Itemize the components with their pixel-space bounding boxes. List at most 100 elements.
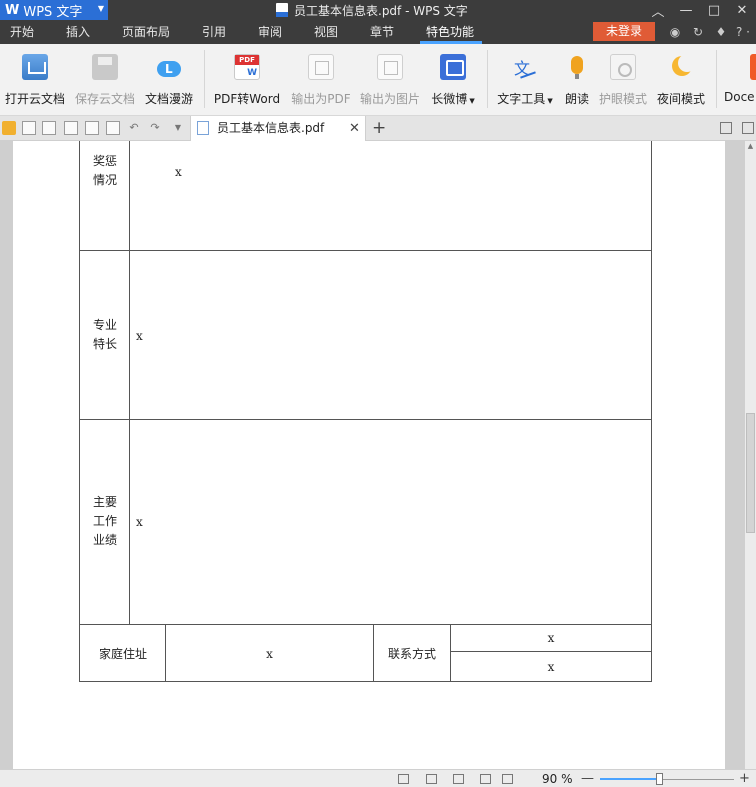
export-image-label: 输出为图片 [359,92,420,106]
specialty-label-line: 专业 [92,318,117,332]
close-button[interactable]: ✕ [728,0,756,20]
chevron-down-icon: ▼ [547,97,553,105]
status-bar: 90 % — + [0,769,756,787]
long-weibo-icon [440,54,466,80]
fullscreen-view-icon[interactable] [398,774,409,784]
eye-care-icon [610,54,636,80]
save-cloud-doc-label: 保存云文档 [74,92,135,106]
shirt-icon[interactable]: ♦ [714,25,728,39]
awards-label-line: 情况 [92,173,117,187]
text-tools-icon [512,54,538,80]
window-controls: ︿ — □ ✕ [644,0,756,20]
contact-cell-divider [450,651,652,652]
redo-icon[interactable]: ↷ [148,121,162,135]
night-mode-label: 夜间模式 [656,92,705,106]
zoom-slider[interactable] [600,778,734,780]
document-tab-bar: ↶ ↷ ▼ 员工基本信息表.pdf ✕ + [0,116,756,141]
long-weibo-label-wrap: 长微博 ▼ [431,90,474,107]
open-folder-icon[interactable] [2,121,16,135]
long-weibo-label: 长微博 [431,92,468,106]
address-label: 家庭住址 [98,647,147,661]
zoom-level[interactable]: 90 % [542,770,573,787]
login-button[interactable]: 未登录 [593,22,655,41]
undo-icon[interactable]: ↶ [127,121,141,135]
app-name: WPS 文字 [23,4,83,20]
row-divider [79,419,652,420]
specialty-label-line: 特长 [92,337,117,351]
wps-logo-icon: W [5,2,20,18]
contact-label: 联系方式 [387,647,436,661]
docer-icon [750,54,756,80]
tab-list-icon[interactable] [720,122,732,134]
export-icon[interactable] [42,121,56,135]
doc-roam-button[interactable]: 文档漫游 [144,44,194,116]
pdf-to-word-icon [234,54,260,80]
read-aloud-label: 朗读 [564,92,589,106]
vertical-scrollbar[interactable]: ▲ [745,141,756,769]
page-view-icon[interactable] [426,774,437,784]
tab-chapter[interactable]: 章节 [370,20,394,44]
close-tab-icon[interactable]: ✕ [349,116,360,141]
print-icon[interactable] [64,121,78,135]
awards-label-line: 奖惩 [92,154,117,168]
export-image-button[interactable]: 输出为图片 [359,44,421,116]
text-tools-label: 文字工具 [497,92,546,106]
minimize-button[interactable]: — [672,0,700,20]
customize-toolbar-icon[interactable]: ▼ [171,121,185,135]
reading-view-icon[interactable] [502,774,513,784]
docer-label: Doce [724,90,755,104]
scrollbar-thumb[interactable] [746,413,755,533]
document-file-icon [276,3,288,17]
document-canvas[interactable]: 奖惩 情况 x 专业 特长 x 主要 工作 业绩 x 家庭住址 x 联系方式 x… [0,141,745,769]
eye-care-mode-button[interactable]: 护眼模式 [598,44,648,116]
docer-button[interactable]: Doce [724,44,756,116]
export-pdf-button[interactable]: 输出为PDF [290,44,352,116]
skin-icon[interactable]: ◉ [668,25,682,39]
ribbon: 打开云文档 保存云文档 文档漫游 PDF转Word 输出为PDF 输出为图片 长… [0,44,756,116]
save-icon[interactable] [22,121,36,135]
awards-label: 奖惩 情况 [80,152,130,190]
outline-view-icon[interactable] [453,774,464,784]
cloud-icon [156,54,182,80]
tab-page-layout[interactable]: 页面布局 [122,20,170,44]
specialty-label: 专业 特长 [80,316,130,354]
doc-roam-label: 文档漫游 [144,92,193,106]
new-tab-icon[interactable]: + [372,116,386,141]
web-view-icon[interactable] [480,774,491,784]
ribbon-collapse-icon[interactable]: ︿ [644,0,672,20]
pdf-to-word-button[interactable]: PDF转Word [213,44,281,116]
scroll-up-icon[interactable]: ▲ [745,141,756,151]
row-divider [79,250,652,251]
tab-review[interactable]: 审阅 [258,20,282,44]
window-mode-icon[interactable] [742,122,754,134]
tab-home[interactable]: 开始 [10,20,34,44]
night-mode-button[interactable]: 夜间模式 [656,44,706,116]
text-tools-label-wrap: 文字工具 ▼ [497,90,552,107]
ribbon-separator [204,50,205,108]
zoom-in-button[interactable]: + [739,770,750,787]
open-folder-icon [22,54,48,80]
tab-references[interactable]: 引用 [202,20,226,44]
text-tools-button[interactable]: 文字工具▼ [495,44,555,116]
label-column-divider [129,141,130,624]
app-menu-button[interactable]: W WPS 文字 ▼ [0,0,108,20]
table-border-left [79,141,80,682]
tab-insert[interactable]: 插入 [66,20,90,44]
zoom-out-button[interactable]: — [581,770,594,787]
maximize-button[interactable]: □ [700,0,728,20]
eye-care-mode-label: 护眼模式 [598,92,647,106]
save-cloud-doc-button[interactable]: 保存云文档 [74,44,136,116]
contact-value: x [547,631,555,645]
long-weibo-button[interactable]: 长微博 ▼ [428,44,478,116]
read-aloud-button[interactable]: 朗读 [562,44,592,116]
tab-view[interactable]: 视图 [314,20,338,44]
sync-icon[interactable]: ↻ [691,25,705,39]
open-cloud-doc-button[interactable]: 打开云文档 [4,44,66,116]
document-page: 奖惩 情况 x 专业 特长 x 主要 工作 业绩 x 家庭住址 x 联系方式 x… [13,141,725,769]
ribbon-separator [487,50,488,108]
zoom-slider-thumb[interactable] [656,773,663,785]
help-icon[interactable]: ? · [736,20,750,44]
print-preview-icon[interactable] [85,121,99,135]
document-tab[interactable]: 员工基本信息表.pdf ✕ [190,116,366,141]
page-setup-icon[interactable] [106,121,120,135]
